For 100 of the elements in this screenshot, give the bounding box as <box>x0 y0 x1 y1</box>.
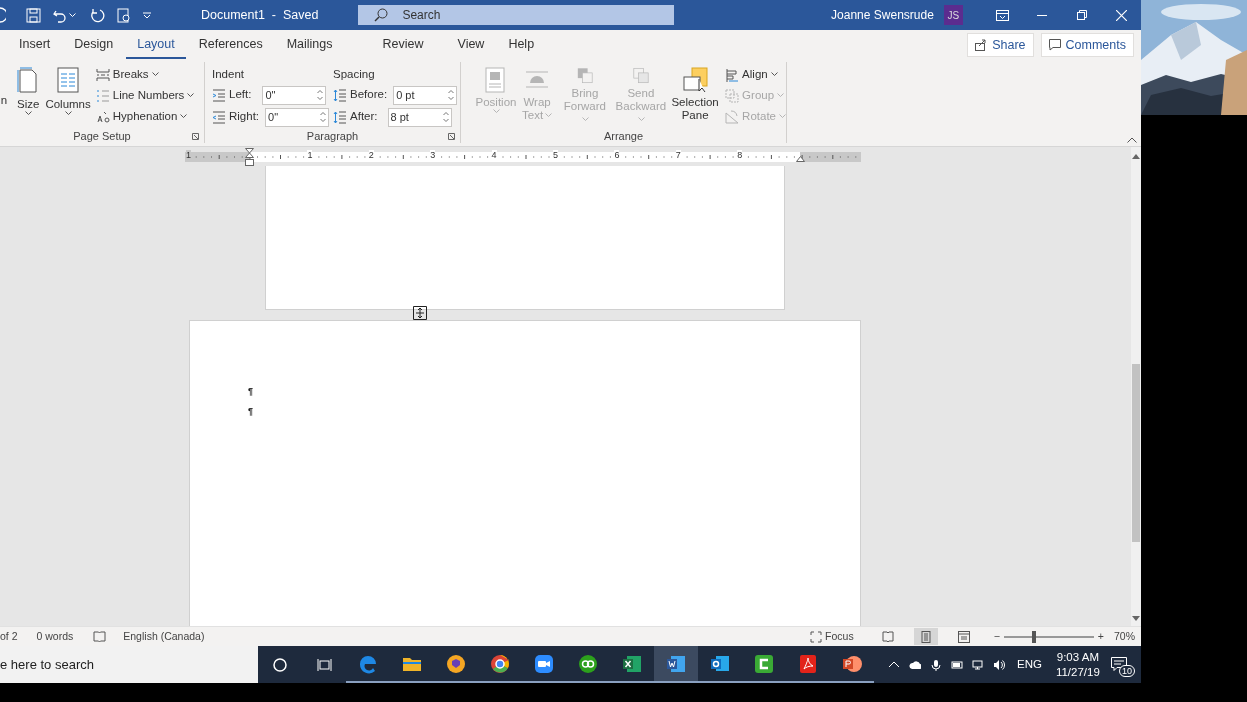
spin-field[interactable]: 0" <box>265 107 330 127</box>
focus-button[interactable]: Focus <box>810 628 854 645</box>
focus-icon <box>810 630 823 643</box>
view-button[interactable] <box>913 627 938 646</box>
book-check-icon[interactable] <box>93 630 107 643</box>
rotate-icon <box>725 109 740 124</box>
ribbon-tab[interactable]: Mailings <box>275 30 344 60</box>
spin-field[interactable]: 0" <box>262 85 327 105</box>
user-avatar[interactable]: JS <box>943 5 963 25</box>
zoom-percent[interactable]: 70% <box>1114 628 1135 645</box>
comments-button[interactable]: Comments <box>1040 32 1134 58</box>
spinner-arrows-icon <box>448 89 455 101</box>
ribbon-button[interactable]: Columns <box>42 64 94 128</box>
close-icon[interactable] <box>1115 9 1127 21</box>
ribbon-tab[interactable]: Review <box>371 30 435 60</box>
caret-icon <box>187 93 195 98</box>
ruler-number: 1 <box>307 149 313 160</box>
page-break-icon <box>95 67 110 82</box>
dialog-launcher-icon[interactable] <box>192 133 199 140</box>
touch-mode-icon[interactable] <box>117 7 131 23</box>
document-app-icon[interactable] <box>666 653 686 674</box>
right-indent-marker-icon[interactable] <box>796 156 805 162</box>
pdf-app-icon[interactable] <box>798 653 818 674</box>
restore-icon[interactable] <box>1076 10 1087 20</box>
ruler-number: 2 <box>368 149 374 160</box>
network-icon[interactable] <box>972 658 984 671</box>
field-label: Before: <box>350 87 388 103</box>
whitespace-toggle-icon[interactable] <box>413 306 427 320</box>
task-view-icon[interactable] <box>316 657 332 672</box>
scroll-thumb[interactable] <box>1132 364 1140 542</box>
share-button[interactable]: Share <box>967 32 1034 58</box>
word-count[interactable]: 0 words <box>36 628 74 645</box>
caret-icon <box>777 93 785 98</box>
battery-icon[interactable] <box>951 658 963 671</box>
spin-field[interactable]: 0 pt <box>393 85 458 105</box>
save-icon[interactable] <box>26 7 41 23</box>
screen-recorder-icon[interactable] <box>754 653 774 674</box>
zoom-in-button[interactable]: + <box>1097 628 1104 645</box>
user-name: Joanne Swensrude <box>831 7 934 24</box>
document-title: Document1 - Saved <box>201 6 319 24</box>
ribbon-button[interactable]: Hyphenation <box>95 106 195 127</box>
cortana-icon[interactable] <box>273 657 287 672</box>
ribbon-display-icon[interactable] <box>995 9 1009 21</box>
browser-icon[interactable] <box>490 653 510 674</box>
redo-icon[interactable] <box>90 7 105 23</box>
spinner-arrows-icon <box>442 111 449 123</box>
ribbon-tab[interactable]: References <box>187 30 274 60</box>
video-camera-icon[interactable] <box>534 653 554 674</box>
microphone-icon[interactable] <box>930 658 942 671</box>
caret-icon <box>492 109 500 114</box>
scroll-down-icon[interactable] <box>1132 616 1140 622</box>
dialog-launcher-icon[interactable] <box>448 133 455 140</box>
taskbar-search-field[interactable]: e here to search <box>0 646 258 683</box>
align-icon <box>725 67 740 82</box>
ruler-number: 7 <box>675 149 681 160</box>
customize-icon[interactable] <box>143 11 151 19</box>
volume-icon[interactable] <box>993 658 1005 671</box>
ruler[interactable]: 1 1 2 3 4 5 6 7 8 <box>185 151 861 162</box>
ribbon-tab[interactable]: Insert <box>8 30 62 60</box>
search-field[interactable]: Search <box>358 5 675 25</box>
zoom-slider-thumb[interactable] <box>1032 630 1037 643</box>
ribbon-button[interactable]: Line Numbers <box>95 85 195 106</box>
ribbon-tab[interactable]: Help <box>497 30 546 60</box>
caret-icon <box>151 72 159 77</box>
toggle-icon[interactable] <box>0 7 6 23</box>
accounting-app-icon[interactable] <box>578 653 598 674</box>
caret-icon <box>180 114 188 119</box>
read-mode-icon <box>881 630 894 643</box>
zoom-out-button[interactable]: − <box>993 628 1000 645</box>
collapse-ribbon-icon[interactable] <box>1127 137 1137 143</box>
ruler-number: 4 <box>491 149 497 160</box>
scroll-up-icon[interactable] <box>1132 153 1140 159</box>
page-count[interactable]: of 2 <box>0 628 18 645</box>
ruler-number: 6 <box>614 149 620 160</box>
indent-marker-icon[interactable] <box>245 148 254 166</box>
ribbon-button[interactable]: Align <box>725 64 786 85</box>
ribbon-button[interactable]: Selection Pane <box>669 64 722 128</box>
language-status[interactable]: English (Canada) <box>123 628 205 645</box>
presentation-app-icon[interactable] <box>842 653 862 674</box>
spin-field[interactable]: 8 pt <box>387 107 452 127</box>
spreadsheet-app-icon[interactable] <box>622 653 642 674</box>
field-label: After: <box>350 109 378 125</box>
clock[interactable]: 9:03 AM 11/27/19 <box>1055 649 1100 680</box>
group-label: Paragraph <box>306 128 359 144</box>
ribbon-tab[interactable]: View <box>446 30 496 60</box>
shield-icon[interactable] <box>446 653 466 674</box>
vertical-scrollbar[interactable] <box>1131 147 1141 626</box>
ribbon-button[interactable]: Breaks <box>95 64 195 85</box>
caret-icon[interactable] <box>69 12 76 18</box>
ruler-number: 3 <box>430 149 436 160</box>
cloud-icon[interactable] <box>909 658 921 671</box>
margins-button[interactable]: n <box>0 64 8 128</box>
caret-icon <box>64 111 72 116</box>
ribbon-button[interactable]: Size <box>14 64 43 128</box>
mail-app-icon[interactable] <box>710 653 730 674</box>
page-size-icon <box>17 67 40 93</box>
ribbon-tab[interactable]: Design <box>63 30 125 60</box>
notification-count: 10 <box>1119 664 1135 677</box>
input-language[interactable]: ENG <box>1017 655 1042 674</box>
spinner-arrows-icon <box>317 89 324 101</box>
